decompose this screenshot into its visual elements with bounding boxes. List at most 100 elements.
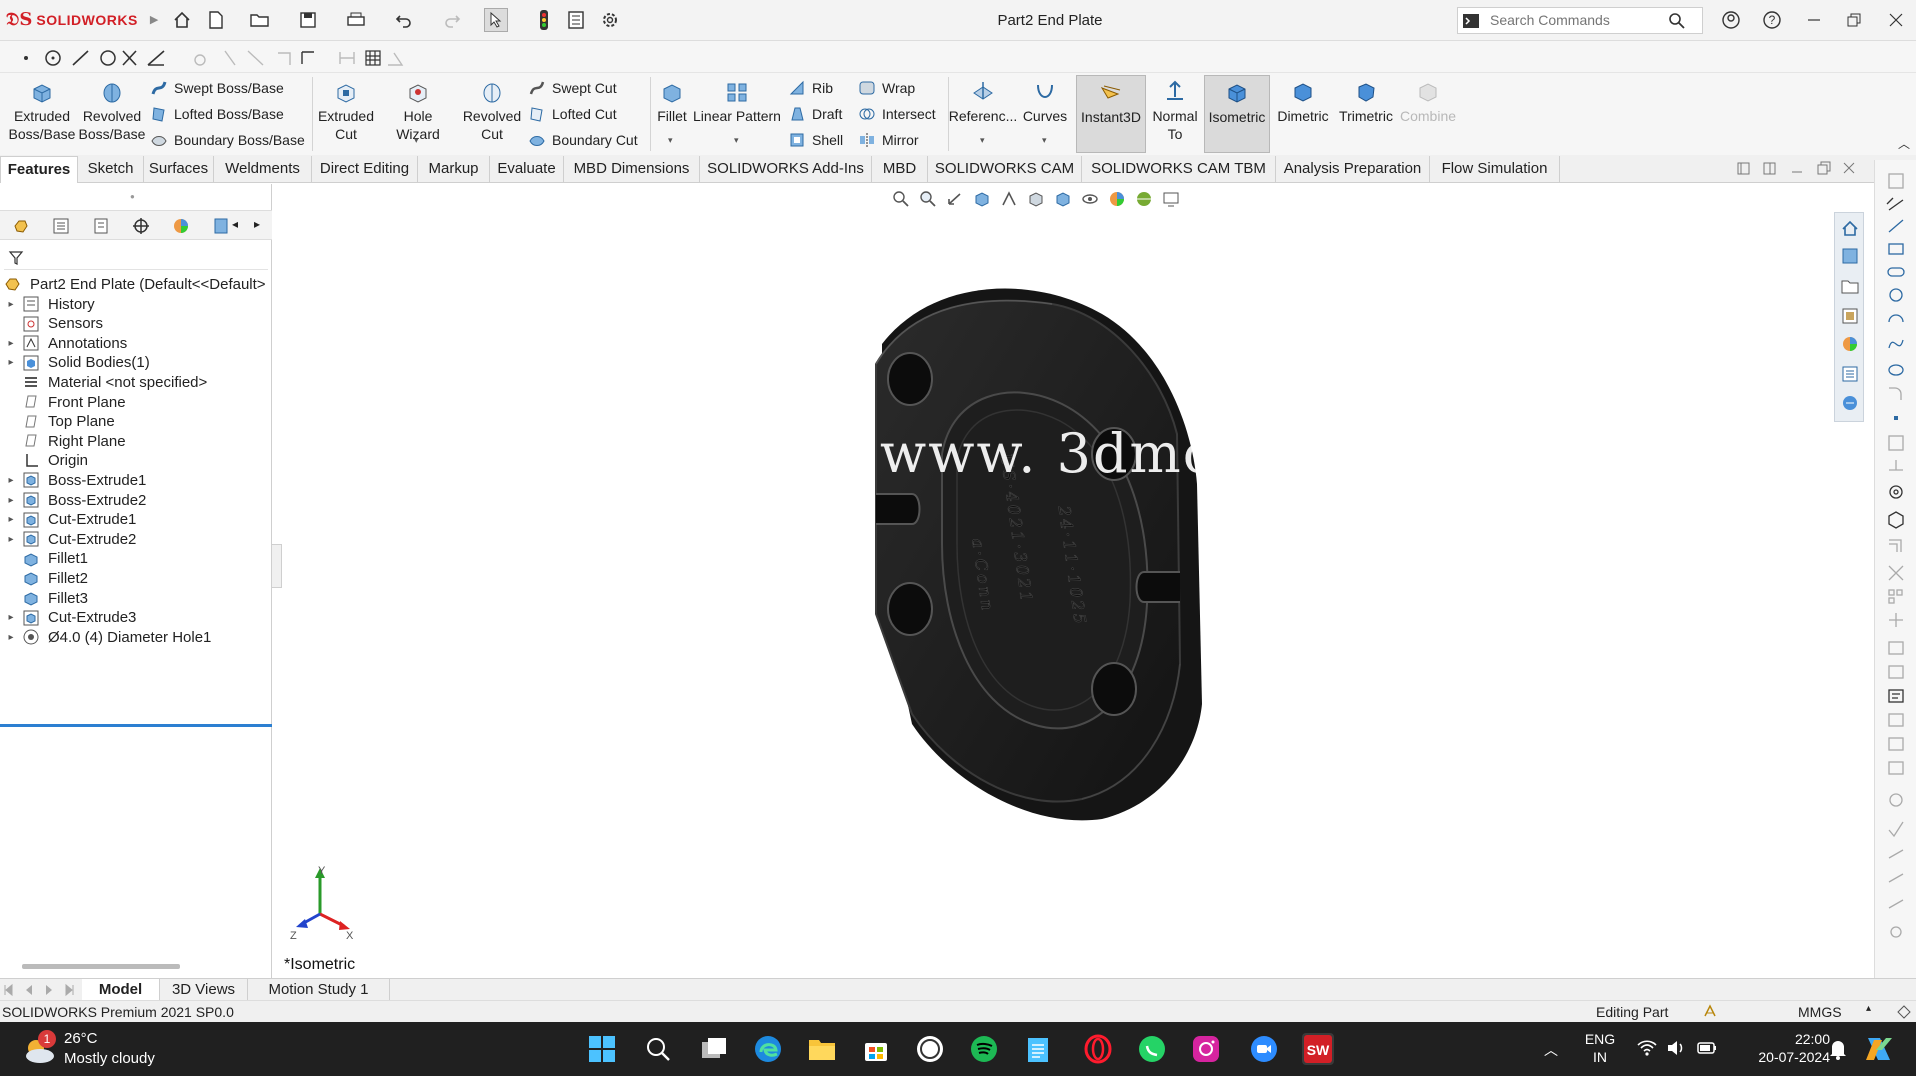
spotify-icon[interactable]: [968, 1033, 1000, 1065]
tree-item[interactable]: ▸ Ø4.0 (4) Diameter Hole1: [0, 625, 211, 649]
rebuild-status-icon[interactable]: [1702, 1003, 1718, 1019]
apply-scene-icon[interactable]: [1133, 189, 1155, 209]
repair-sketch-icon[interactable]: [1888, 761, 1904, 775]
scroll-first-icon[interactable]: [4, 983, 13, 997]
display-manager-tab-icon[interactable]: [166, 214, 196, 238]
construction-geometry-icon[interactable]: [1889, 460, 1903, 471]
zoom-to-area-icon[interactable]: [917, 189, 939, 209]
taskbar-search-icon[interactable]: [642, 1033, 674, 1065]
scroll-last-icon[interactable]: [65, 983, 74, 997]
minimize-icon[interactable]: [1802, 8, 1826, 32]
solidworks-logo[interactable]: 𝔇S SOLIDWORKS ▶: [6, 9, 158, 30]
measure-icon[interactable]: [339, 52, 355, 64]
clock[interactable]: 22:00 20-07-2024: [1740, 1030, 1830, 1066]
wrap-button[interactable]: Wrap: [858, 77, 915, 99]
3d-sketch-icon[interactable]: [1888, 511, 1904, 529]
task-view-icon[interactable]: [698, 1033, 730, 1065]
expand-arrow-icon[interactable]: ▸: [0, 338, 22, 349]
file-properties-icon[interactable]: [564, 8, 588, 32]
hole-wizard-dropdown-icon[interactable]: ▾: [414, 135, 419, 146]
tree-filter-bar[interactable]: [4, 244, 268, 270]
options-gear-icon[interactable]: [598, 8, 622, 32]
panel-grip-icon[interactable]: ●: [130, 192, 135, 201]
edge-browser-icon[interactable]: [752, 1033, 784, 1065]
feature-manager-tab-icon[interactable]: [6, 214, 36, 238]
extruded-boss-button[interactable]: Extruded Boss/Base: [4, 75, 80, 153]
graphics-viewport[interactable]: Ab 24·11·1025 US·4021·3021 a·Conn www. 3…: [282, 184, 1871, 978]
tab-mbd[interactable]: MBD: [872, 156, 928, 183]
grid-icon[interactable]: [365, 50, 381, 66]
tab-motion-study-1[interactable]: Motion Study 1: [248, 979, 390, 1001]
boundary-cut-button[interactable]: Boundary Cut: [528, 129, 638, 151]
angle-tool-icon[interactable]: [147, 50, 165, 66]
tab-weldments[interactable]: Weldments: [214, 156, 312, 183]
doc-close-icon[interactable]: [1843, 162, 1855, 174]
circle-sketch-icon[interactable]: [1889, 288, 1903, 302]
tab-scroll-right-icon[interactable]: ▸: [254, 217, 260, 231]
battery-icon[interactable]: [1696, 1038, 1718, 1058]
fully-define-sketch-icon[interactable]: [1888, 899, 1904, 909]
sketch-tool-icon[interactable]: [1888, 173, 1904, 189]
check-sketch-icon[interactable]: [1888, 821, 1904, 838]
save-icon[interactable]: [296, 8, 320, 32]
arc-sketch-icon[interactable]: [1888, 314, 1904, 323]
point-tool-icon[interactable]: [24, 56, 28, 60]
lofted-cut-button[interactable]: Lofted Cut: [528, 103, 617, 125]
smart-dimension-tool-icon[interactable]: [1886, 197, 1904, 211]
windows-start-icon[interactable]: [586, 1033, 618, 1065]
expand-arrow-icon[interactable]: ▸: [0, 357, 22, 368]
tab-flow-simulation[interactable]: Flow Simulation: [1430, 156, 1560, 183]
ellipse-sketch-icon[interactable]: [1888, 364, 1904, 376]
tab-solidworks-addins[interactable]: SOLIDWORKS Add-Ins: [700, 156, 872, 183]
curves-dropdown-icon[interactable]: ▾: [1042, 135, 1047, 146]
menu-arrow-icon[interactable]: ▶: [150, 13, 158, 26]
view-settings-icon[interactable]: [1160, 189, 1182, 209]
trimetric-button[interactable]: Trimetric: [1334, 75, 1398, 153]
microsoft-store-icon[interactable]: [860, 1033, 892, 1065]
scroll-next-icon[interactable]: [46, 985, 52, 995]
search-commands-box[interactable]: [1457, 7, 1703, 34]
zoom-to-fit-icon[interactable]: [890, 189, 912, 209]
revolved-boss-button[interactable]: Revolved Boss/Base: [78, 75, 146, 153]
zoom-icon[interactable]: [1248, 1033, 1280, 1065]
rectangle-sketch-icon[interactable]: [1888, 243, 1904, 255]
section-view-icon[interactable]: [971, 189, 993, 209]
tab-surfaces[interactable]: Surfaces: [144, 156, 214, 183]
panel-collapse-handle[interactable]: [272, 544, 282, 588]
intersect-button[interactable]: Intersect: [858, 103, 936, 125]
instagram-icon[interactable]: [1190, 1033, 1222, 1065]
expand-arrow-icon[interactable]: ▸: [0, 612, 22, 623]
appearances-icon[interactable]: [1843, 337, 1857, 351]
close-window-icon[interactable]: [1884, 8, 1908, 32]
view-palette-icon[interactable]: [1842, 308, 1858, 324]
tab-sketch[interactable]: Sketch: [78, 156, 144, 183]
offset-entities-icon[interactable]: [1889, 539, 1902, 552]
previous-view-icon[interactable]: [1737, 162, 1750, 175]
expand-arrow-icon[interactable]: ▸: [0, 514, 22, 525]
isometric-button[interactable]: Isometric: [1204, 75, 1270, 153]
reference-dropdown-icon[interactable]: ▾: [980, 135, 985, 146]
relations-icon[interactable]: [301, 51, 314, 64]
fillet-dropdown-icon[interactable]: ▾: [668, 135, 673, 146]
hide-show-items-icon[interactable]: [1079, 189, 1101, 209]
extruded-cut-button[interactable]: Extruded Cut: [316, 75, 376, 153]
dynamic-annotation-icon[interactable]: [998, 189, 1020, 209]
line-tool-icon[interactable]: [72, 50, 89, 66]
spline-sketch-icon[interactable]: [1888, 339, 1904, 349]
expand-arrow-icon[interactable]: ▸: [0, 534, 22, 545]
rollback-bar[interactable]: [0, 724, 272, 727]
volume-icon[interactable]: [1666, 1038, 1686, 1058]
combine-button[interactable]: Combine: [1396, 75, 1460, 153]
restore-window-icon[interactable]: [1842, 8, 1866, 32]
quick-snaps-icon[interactable]: [1889, 793, 1903, 807]
shaded-sketch-contours-icon[interactable]: [1888, 737, 1904, 751]
search-input[interactable]: [1490, 12, 1670, 28]
part-3d-model[interactable]: Ab 24·11·1025 US·4021·3021 a·Conn: [862, 284, 1282, 824]
view-orientation-icon[interactable]: [1025, 189, 1047, 209]
convert-entities-icon[interactable]: [1889, 485, 1903, 499]
file-explorer-icon[interactable]: [1841, 280, 1859, 294]
lofted-boss-button[interactable]: Lofted Boss/Base: [150, 103, 284, 125]
text-sketch-icon[interactable]: [1888, 435, 1904, 451]
add-relation-icon[interactable]: [1888, 849, 1904, 859]
edit-appearance-icon[interactable]: [1106, 189, 1128, 209]
